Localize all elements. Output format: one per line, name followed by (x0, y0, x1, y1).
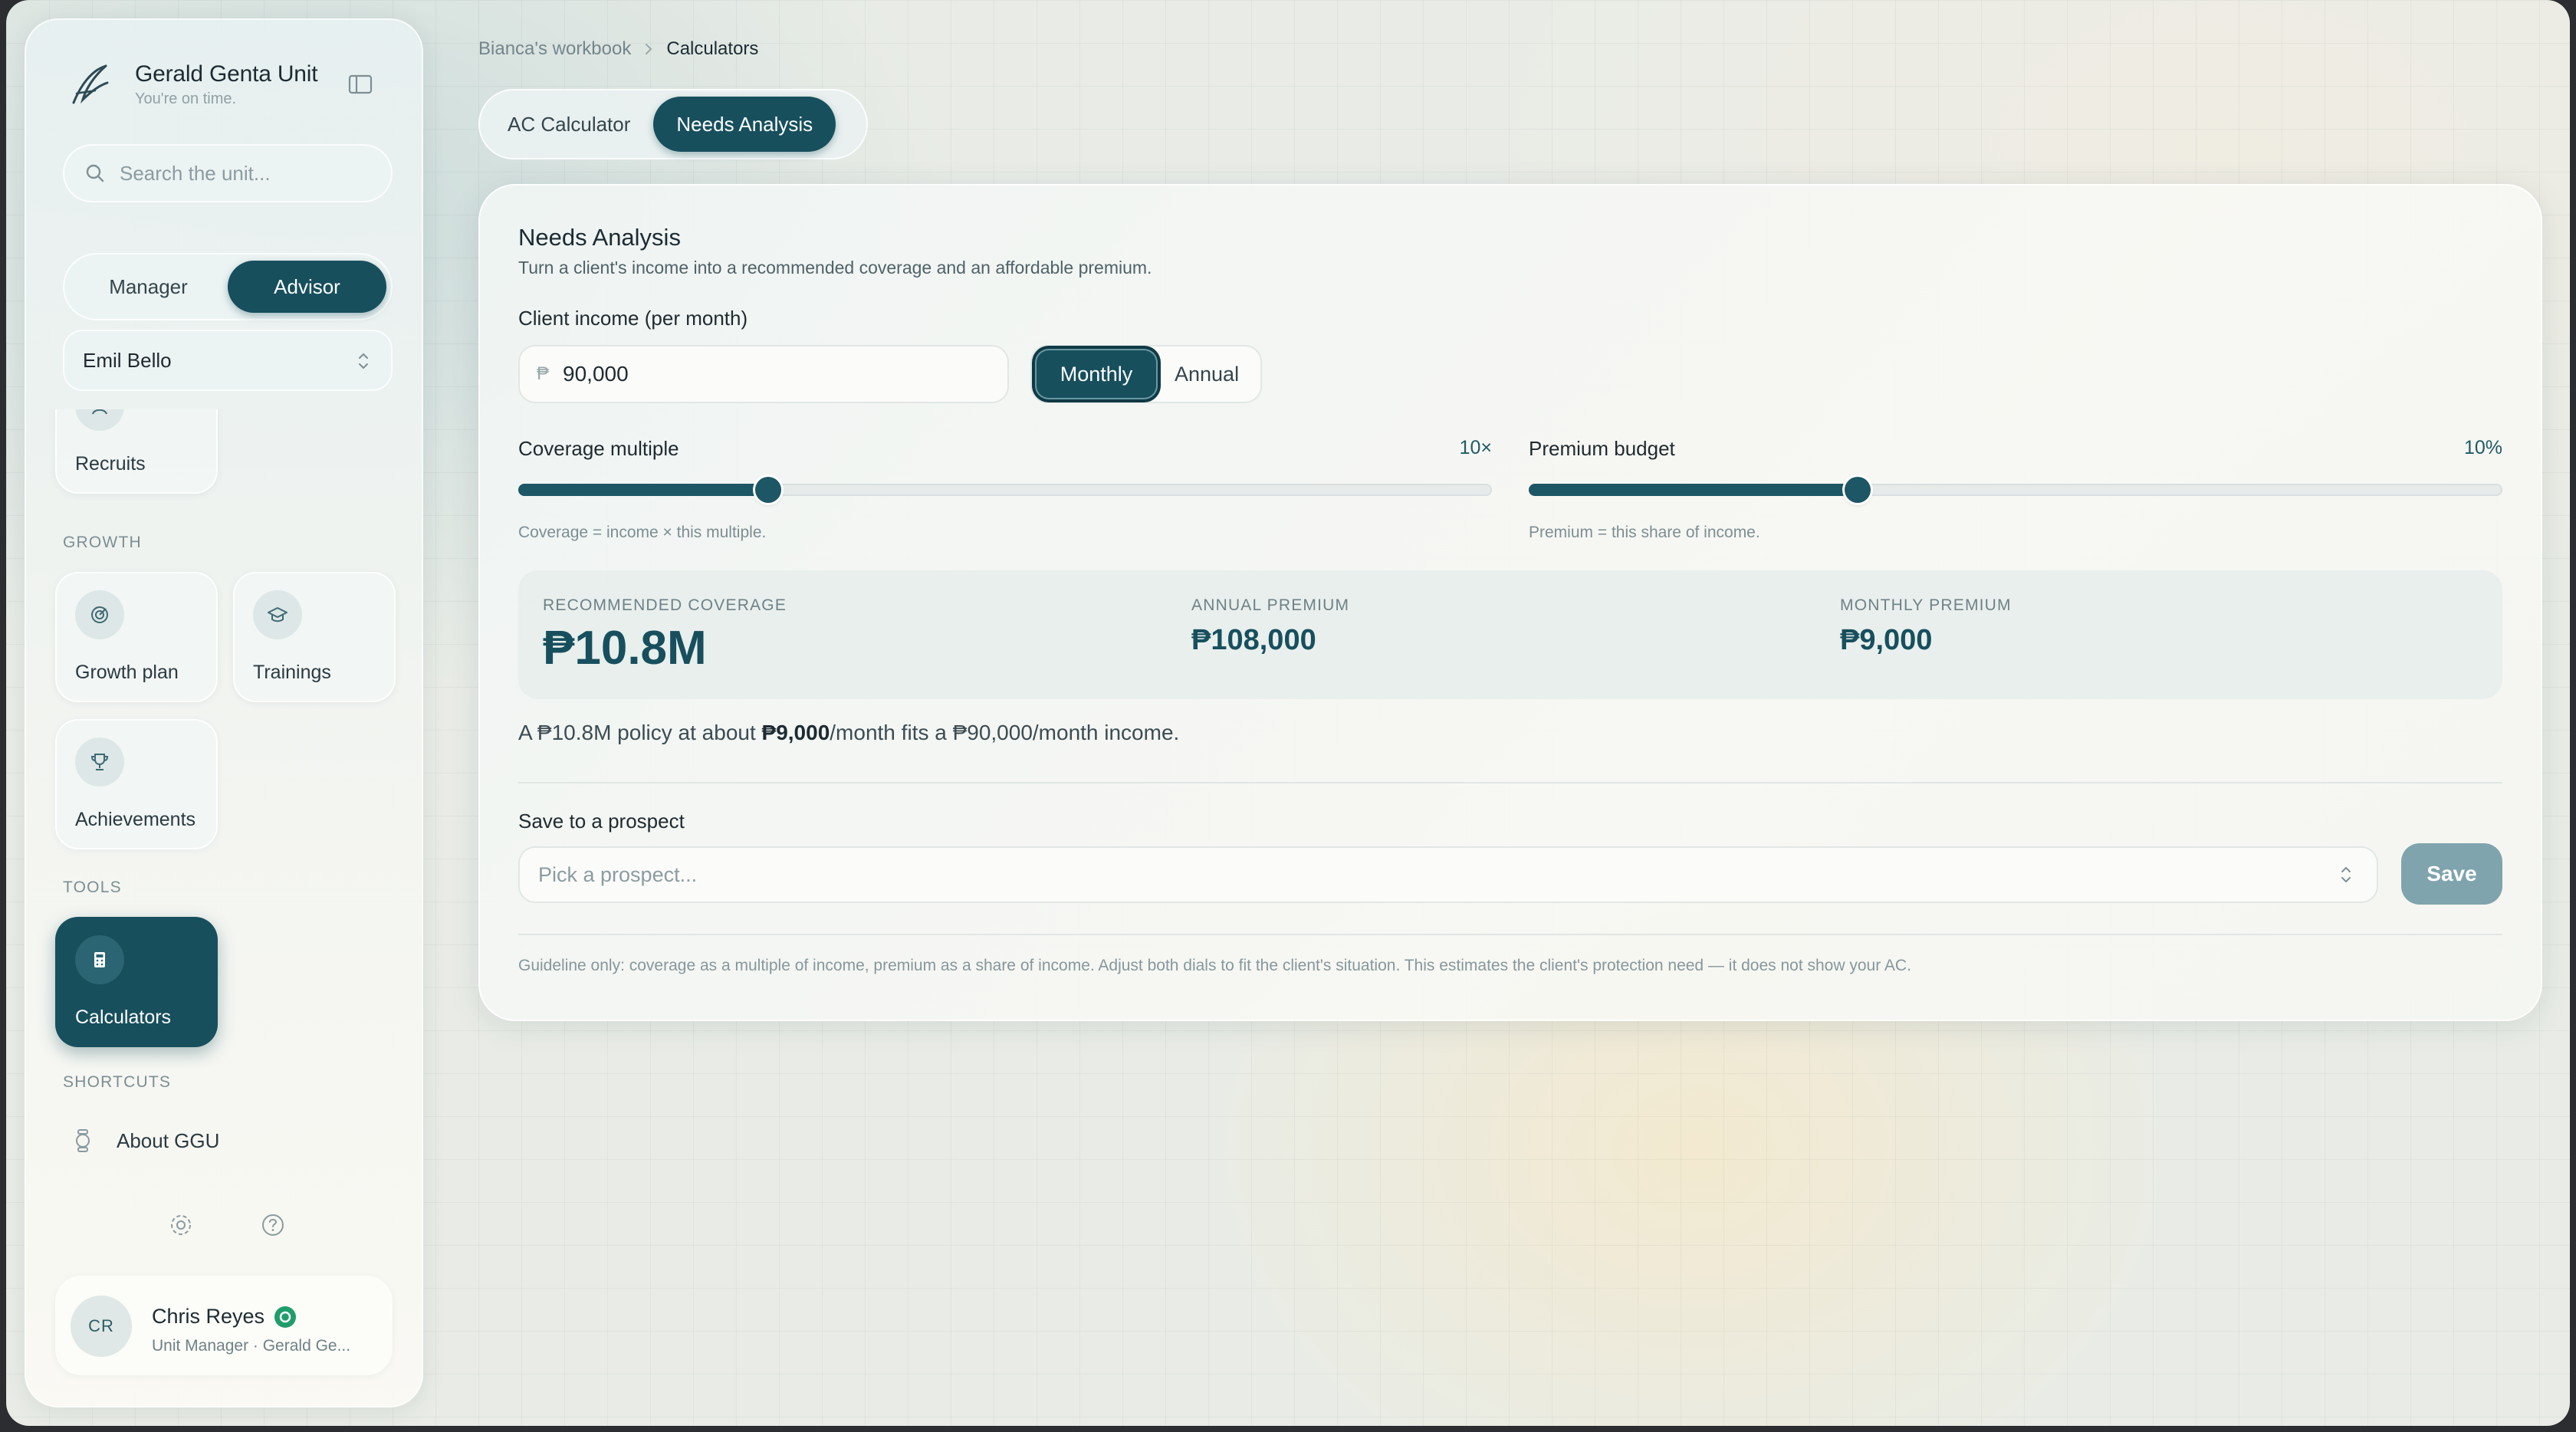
user-role: Unit Manager · Gerald Ge... (152, 1337, 351, 1355)
frequency-toggle: Monthly Annual (1030, 345, 1262, 403)
settings-gear-icon[interactable] (167, 1211, 195, 1239)
premium-slider-thumb[interactable] (1845, 477, 1871, 503)
trophy-icon (75, 737, 124, 787)
prospect-placeholder: Pick a prospect... (538, 862, 698, 886)
results-panel: RECOMMENDED COVERAGE ₱10.8M ANNUAL PREMI… (518, 570, 2502, 699)
recruits-icon (75, 409, 124, 431)
role-manager-button[interactable]: Manager (69, 261, 228, 313)
coverage-multiple-hint: Coverage = income × this multiple. (518, 524, 767, 541)
brand: Gerald Genta Unit You're on time. (63, 57, 318, 112)
sidebar-item-calculators[interactable]: Calculators (55, 917, 218, 1047)
section-growth: GROWTH (63, 534, 142, 551)
summary-bold: ₱9,000 (761, 721, 830, 744)
target-icon (75, 590, 124, 639)
income-input[interactable] (563, 362, 993, 386)
advisor-select[interactable]: Emil Bello (63, 330, 393, 391)
search-input[interactable] (120, 161, 380, 186)
card-title: Needs Analysis (518, 224, 681, 251)
sidebar-item-growth-plan[interactable]: Growth plan (55, 572, 218, 702)
result-label: MONTHLY PREMIUM (1840, 596, 2012, 614)
frequency-annual-button[interactable]: Annual (1158, 349, 1256, 399)
section-tools: TOOLS (63, 879, 122, 896)
result-annual-premium: ANNUAL PREMIUM ₱108,000 (1191, 596, 1349, 657)
annual-premium-value: ₱108,000 (1191, 624, 1316, 656)
user-name: Chris Reyes (152, 1305, 265, 1328)
chevron-updown-icon (2341, 866, 2351, 883)
avatar: CR (71, 1296, 132, 1357)
tab-needs-analysis[interactable]: Needs Analysis (653, 97, 836, 152)
premium-budget-hint: Premium = this share of income. (1529, 524, 1760, 541)
tab-ac-calculator[interactable]: AC Calculator (485, 97, 653, 152)
result-recommended-coverage: RECOMMENDED COVERAGE ₱10.8M (543, 596, 787, 675)
sidebar-item-label: Calculators (75, 1007, 172, 1028)
coverage-slider-thumb[interactable] (755, 477, 782, 503)
advisor-select-value: Emil Bello (83, 348, 172, 372)
shortcut-label: About GGU (117, 1128, 220, 1152)
prospect-select[interactable]: Pick a prospect... (518, 846, 2378, 903)
premium-budget-slider-block: Premium budget 10% Premium = this share … (1529, 437, 2502, 542)
coverage-multiple-value: 10× (1459, 437, 1492, 458)
role-advisor-button[interactable]: Advisor (228, 261, 386, 313)
premium-budget-label: Premium budget (1529, 437, 1675, 460)
sidebar-item-label: Achievements (75, 809, 196, 830)
card-subtitle: Turn a client's income into a recommende… (518, 258, 1152, 278)
divider (518, 934, 2502, 935)
sidebar-item-label: Trainings (253, 662, 331, 683)
chevron-updown-icon (359, 353, 368, 369)
breadcrumb: Bianca's workbook Calculators (478, 38, 758, 60)
coverage-multiple-slider[interactable] (518, 477, 1492, 503)
calculator-icon (75, 935, 124, 984)
needs-analysis-card: Needs Analysis Turn a client's income in… (478, 184, 2542, 1021)
premium-slider-fill (1529, 484, 1858, 496)
brand-name: Gerald Genta Unit (135, 61, 318, 87)
brand-tagline: You're on time. (135, 90, 237, 107)
save-to-prospect-label: Save to a prospect (518, 810, 685, 833)
sidebar-item-label: Growth plan (75, 662, 179, 683)
sidebar-item-achievements[interactable]: Achievements (55, 719, 218, 849)
shortcut-about-ggu[interactable]: About GGU (72, 1128, 219, 1153)
monthly-premium-value: ₱9,000 (1840, 624, 1933, 656)
search-field[interactable] (63, 144, 393, 202)
income-field[interactable]: ₱ (518, 345, 1009, 403)
guideline-note: Guideline only: coverage as a multiple o… (518, 957, 1911, 974)
summary-post: /month fits a ₱90,000/month income. (830, 721, 1180, 744)
calculator-tabs: AC Calculator Needs Analysis (478, 89, 868, 159)
sidebar-item-trainings[interactable]: Trainings (233, 572, 396, 702)
sidebar-toggle-icon[interactable] (345, 69, 376, 100)
coverage-slider-fill (518, 484, 769, 496)
watch-icon (76, 1129, 90, 1152)
premium-budget-slider[interactable] (1529, 477, 2502, 503)
user-card[interactable]: CR Chris Reyes Unit Manager · Gerald Ge.… (55, 1276, 393, 1375)
result-label: RECOMMENDED COVERAGE (543, 596, 787, 614)
verified-badge-icon (274, 1306, 297, 1328)
user-name-row: Chris Reyes (152, 1305, 297, 1329)
graduation-cap-icon (253, 590, 302, 639)
coverage-multiple-label: Coverage multiple (518, 437, 679, 460)
frequency-monthly-button[interactable]: Monthly (1035, 349, 1158, 399)
chevron-right-icon (646, 44, 652, 54)
breadcrumb-parent[interactable]: Bianca's workbook (478, 38, 631, 60)
section-shortcuts: SHORTCUTS (63, 1073, 172, 1091)
sidebar-item-label: Recruits (75, 453, 146, 475)
result-label: ANNUAL PREMIUM (1191, 596, 1350, 614)
summary-text: A ₱10.8M policy at about ₱9,000/month fi… (518, 721, 1179, 745)
brand-logo-icon (72, 64, 109, 104)
save-button[interactable]: Save (2401, 843, 2502, 905)
premium-budget-value: 10% (2463, 437, 2502, 458)
recommended-coverage-value: ₱10.8M (543, 622, 707, 675)
sidebar: Gerald Genta Unit You're on time. Manage… (25, 18, 423, 1407)
sidebar-item-recruits[interactable]: Recruits (55, 409, 218, 494)
coverage-multiple-slider-block: Coverage multiple 10× Coverage = income … (518, 437, 1492, 542)
income-label: Client income (per month) (518, 307, 748, 330)
breadcrumb-current: Calculators (666, 38, 759, 59)
sidebar-nav: Recruits GROWTH Growth plan Trainings Ac… (25, 409, 423, 1069)
app-window: Gerald Genta Unit You're on time. Manage… (6, 0, 2570, 1426)
summary-pre: A ₱10.8M policy at about (518, 721, 762, 744)
result-monthly-premium: MONTHLY PREMIUM ₱9,000 (1840, 596, 2012, 657)
role-toggle: Manager Advisor (63, 253, 393, 320)
search-icon (86, 164, 104, 182)
currency-prefix: ₱ (537, 363, 550, 384)
help-icon[interactable] (259, 1211, 287, 1239)
divider (518, 782, 2502, 783)
